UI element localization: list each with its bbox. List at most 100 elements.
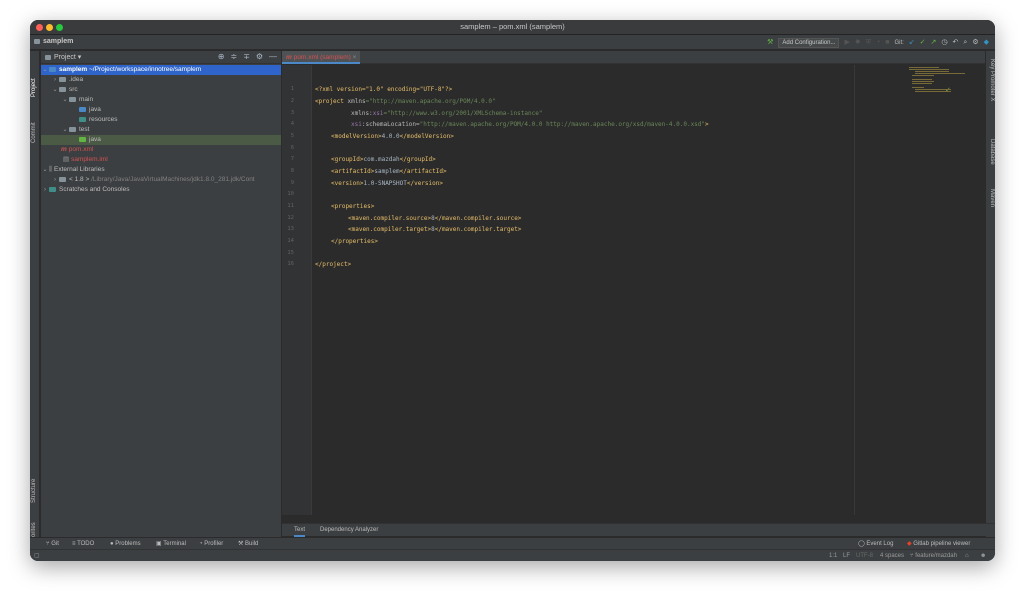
chevron-right-icon[interactable]: › <box>51 75 59 85</box>
tree-item-test-java[interactable]: java <box>41 135 281 145</box>
tree-item-iml[interactable]: ▤ samplem.iml <box>41 155 281 165</box>
code-line: <project xmlns="http://maven.apache.org/… <box>315 98 496 105</box>
maven-file-icon: m <box>61 146 67 153</box>
line-separator[interactable]: LF <box>843 550 850 561</box>
tree-item-main-java[interactable]: java <box>41 105 281 115</box>
indent-setting[interactable]: 4 spaces <box>880 550 904 561</box>
project-folder-icon <box>34 38 40 44</box>
database-tool-button[interactable]: Database <box>989 139 995 165</box>
tool-label: Event Log <box>866 541 894 547</box>
tab-text[interactable]: Text <box>294 524 306 537</box>
tree-item-resources[interactable]: resources <box>41 115 281 125</box>
title-bar: samplem – pom.xml (samplem) <box>30 20 995 35</box>
line-number: 7 <box>290 156 294 162</box>
chevron-down-icon[interactable]: ⌄ <box>61 95 69 105</box>
tree-item-idea[interactable]: › .idea <box>41 75 281 85</box>
line-number: 10 <box>287 191 294 197</box>
code-minimap[interactable] <box>909 67 965 93</box>
minimap-line <box>912 87 924 88</box>
breadcrumb[interactable]: samplem <box>34 38 73 45</box>
project-tool-button[interactable]: Project <box>31 78 37 97</box>
search-icon[interactable]: ⌕ <box>963 38 967 48</box>
collapse-all-icon[interactable]: ∓ <box>243 52 250 61</box>
library-icon: ⫼ <box>49 166 52 173</box>
test-folder-icon <box>79 136 86 142</box>
tree-item-path: ~/Project/workspace/innotree/samplem <box>89 66 202 73</box>
code-line: <modelVersion>4.0.0</modelVersion> <box>331 133 454 140</box>
chevron-right-icon[interactable]: › <box>51 175 59 185</box>
tab-pom-xml[interactable]: m pom.xml (samplem) × <box>282 51 361 64</box>
tree-item-label: < 1.8 > <box>69 176 90 183</box>
code-token: ="http://www.w3.org/2001/XMLSchema-insta… <box>383 110 543 117</box>
rollback-icon[interactable]: ↶ <box>953 38 959 48</box>
inspector-icon[interactable]: ☻ <box>980 550 986 561</box>
run-icon[interactable]: ▶ <box>844 38 849 48</box>
chevron-down-icon[interactable]: ⌄ <box>51 85 59 95</box>
coverage-icon[interactable]: ⛨ <box>866 38 871 48</box>
git-commit-icon[interactable]: ✓ <box>920 38 926 48</box>
git-label: Git: <box>894 39 904 46</box>
build-hammer-icon[interactable]: ⚒ <box>767 38 773 48</box>
tree-item-samplem[interactable]: ⌄ samplem ~/Project/workspace/innotree/sa… <box>41 65 281 75</box>
lock-icon[interactable]: ⌂ <box>965 550 969 561</box>
code-editor[interactable]: <?xml version="1.0" encoding="UTF-8"?> <… <box>313 65 973 515</box>
tree-item-test[interactable]: ⌄ test <box>41 125 281 135</box>
minimap-line <box>912 79 932 80</box>
tree-item-main[interactable]: ⌄ main <box>41 95 281 105</box>
chevron-down-icon[interactable]: ⌄ <box>61 125 69 135</box>
minimap-line <box>915 89 951 90</box>
structure-tool-button[interactable]: Structure <box>31 479 37 503</box>
git-branch-widget[interactable]: ⑂ feature/mazdah <box>910 550 957 561</box>
code-token: </properties> <box>331 238 378 245</box>
close-tab-icon[interactable]: × <box>353 54 357 61</box>
tree-item-external-libraries[interactable]: ⌄⫼ External Libraries <box>41 165 281 175</box>
tree-item-src[interactable]: ⌄ src <box>41 85 281 95</box>
minimap-line <box>912 81 934 82</box>
git-push-icon[interactable]: ↗ <box>931 38 937 48</box>
toolbox-icon[interactable]: ◆ <box>984 38 989 48</box>
folder-icon <box>69 96 76 102</box>
chevron-down-icon[interactable]: ⌄ <box>41 165 49 175</box>
expand-all-icon[interactable]: ≑ <box>230 52 237 61</box>
code-token: <artifactId> <box>331 168 375 175</box>
minimap-line <box>915 73 965 74</box>
git-branch-name: feature/mazdah <box>915 553 957 559</box>
line-number: 4 <box>290 121 294 127</box>
code-line: </project> <box>315 261 351 268</box>
chevron-down-icon[interactable]: ⌄ <box>41 65 49 75</box>
tree-item-scratches[interactable]: › Scratches and Consoles <box>41 185 281 195</box>
code-token: </maven.compiler.target> <box>434 226 522 233</box>
tool-windows-bar: ⑂ Git ≡ TODO ● Problems ▣ Terminal ◔ Pro… <box>30 537 995 549</box>
project-view-select[interactable]: Project ▾ <box>45 53 81 61</box>
layout-toggle-icon[interactable]: ▢ <box>34 550 40 561</box>
file-encoding[interactable]: UTF-8 <box>856 550 873 561</box>
tree-item-jdk[interactable]: › < 1.8 > /Library/Java/JavaVirtualMachin… <box>41 175 281 185</box>
run-configuration-select[interactable]: Add Configuration... <box>778 37 840 48</box>
code-token: xsi <box>372 110 384 117</box>
tree-item-label: src <box>69 86 78 93</box>
breadcrumb-project[interactable]: samplem <box>43 38 73 45</box>
debug-icon[interactable]: ✹ <box>855 38 861 48</box>
line-number: 12 <box>287 215 294 221</box>
caret-position[interactable]: 1:1 <box>829 550 837 561</box>
maven-tool-button[interactable]: Maven <box>989 189 995 207</box>
profile-icon[interactable]: ◔ <box>876 38 880 48</box>
settings-gear-icon[interactable]: ⚙ <box>972 38 978 48</box>
window-title: samplem – pom.xml (samplem) <box>460 22 565 31</box>
locate-file-icon[interactable]: ⊕ <box>218 52 225 61</box>
code-token: 4.0.0 <box>381 133 400 140</box>
hide-panel-icon[interactable]: — <box>269 52 277 61</box>
panel-options-gear-icon[interactable]: ⚙ <box>256 52 263 61</box>
commit-tool-button[interactable]: Commit <box>31 122 37 143</box>
key-promoter-tool-button[interactable]: Key Promoter X <box>989 59 995 101</box>
stop-icon[interactable]: ■ <box>885 38 889 48</box>
chevron-right-icon[interactable]: › <box>41 185 49 195</box>
git-update-icon[interactable]: ↙ <box>909 38 915 48</box>
tab-dependency-analyzer[interactable]: Dependency Analyzer <box>320 524 378 537</box>
code-token: <maven.compiler.target> <box>348 226 432 233</box>
chevron-down-icon: ▾ <box>77 54 82 61</box>
folder-icon <box>69 126 76 132</box>
tree-item-pom[interactable]: m pom.xml <box>41 145 281 155</box>
history-icon[interactable]: ◷ <box>941 38 947 48</box>
project-panel-tools: ⊕ ≑ ∓ ⚙ — <box>218 52 277 61</box>
